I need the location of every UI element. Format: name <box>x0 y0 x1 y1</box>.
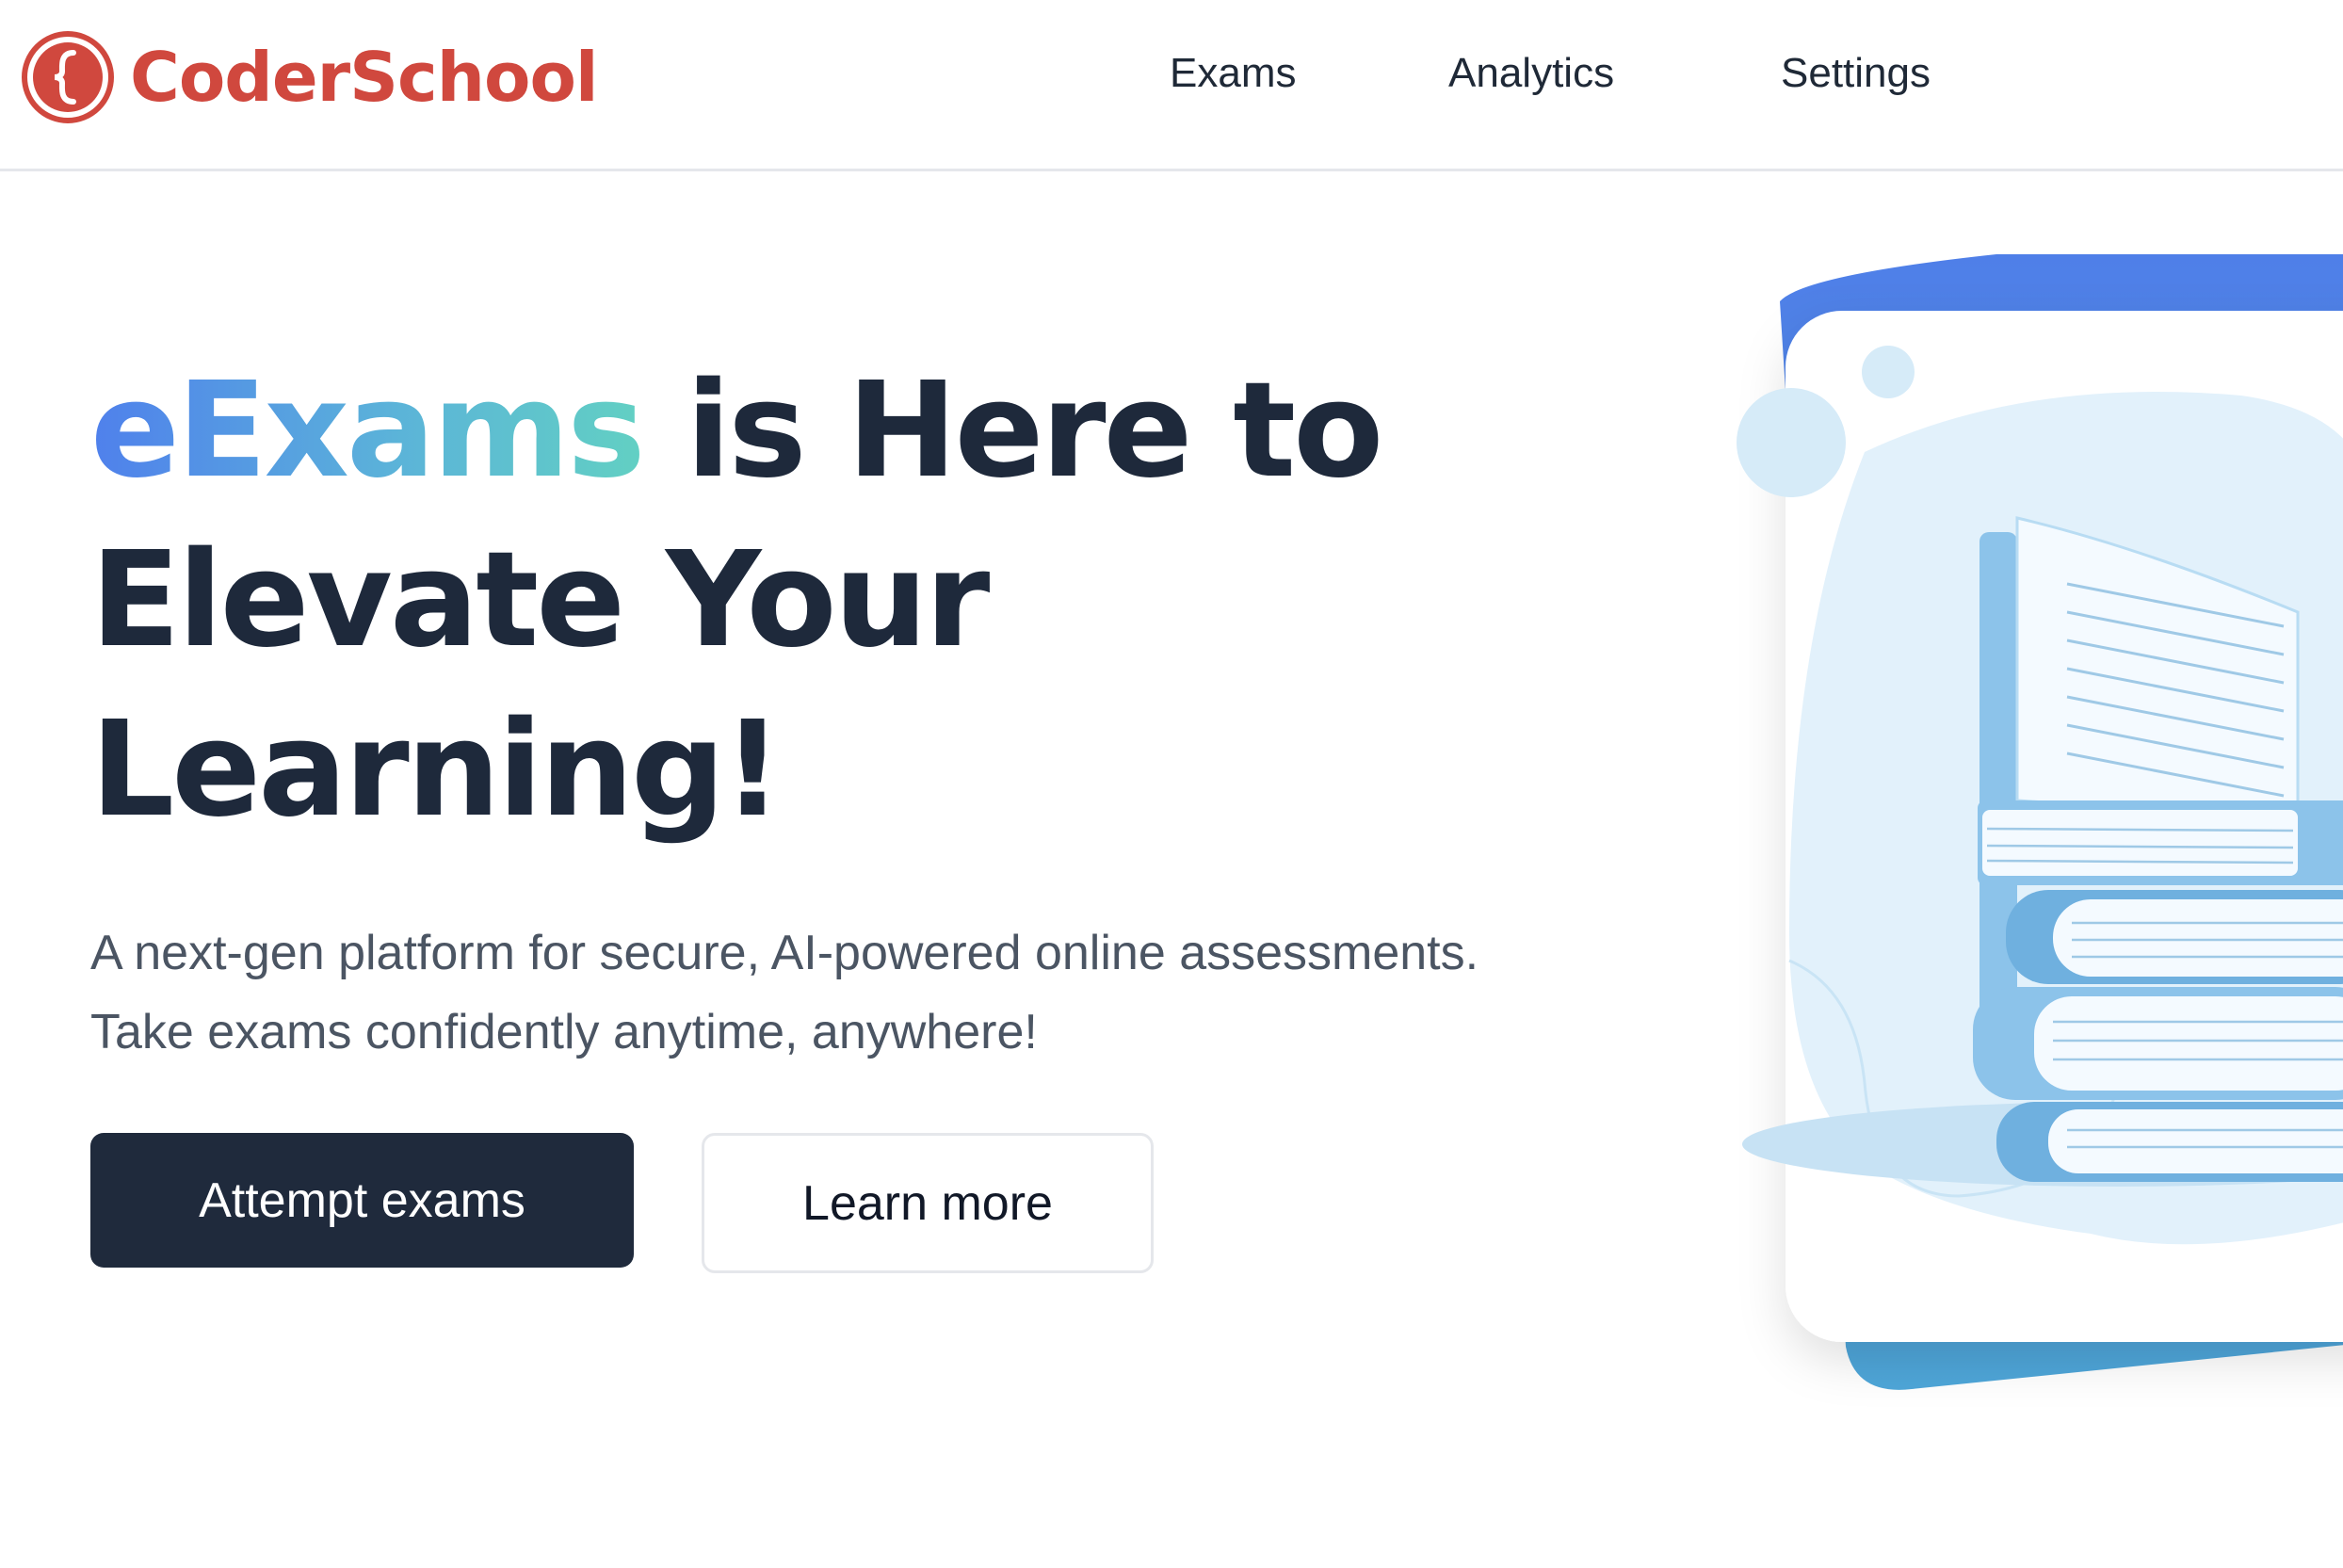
hero-title-highlight: eExams <box>90 354 646 508</box>
brand[interactable]: CoderSchool <box>21 30 599 124</box>
hero-subtitle: A next-gen platform for secure, AI-power… <box>90 926 1479 1059</box>
learn-more-button[interactable]: Learn more <box>702 1133 1154 1273</box>
hero-title: eExams is Here to Elevate Your Learning! <box>90 347 1390 855</box>
nav-settings[interactable]: Settings <box>1781 53 1931 94</box>
book-stack-illustration-icon <box>1737 254 2343 1390</box>
nav-exams[interactable]: Exams <box>1170 53 1296 94</box>
attempt-exams-button[interactable]: Attempt exams <box>90 1133 634 1268</box>
brand-logo-icon <box>22 31 114 123</box>
brand-name: CoderSchool <box>130 38 599 117</box>
top-nav-bar: CoderSchool Exams Analytics Settings <box>0 0 2343 171</box>
nav-analytics[interactable]: Analytics <box>1448 53 1614 94</box>
